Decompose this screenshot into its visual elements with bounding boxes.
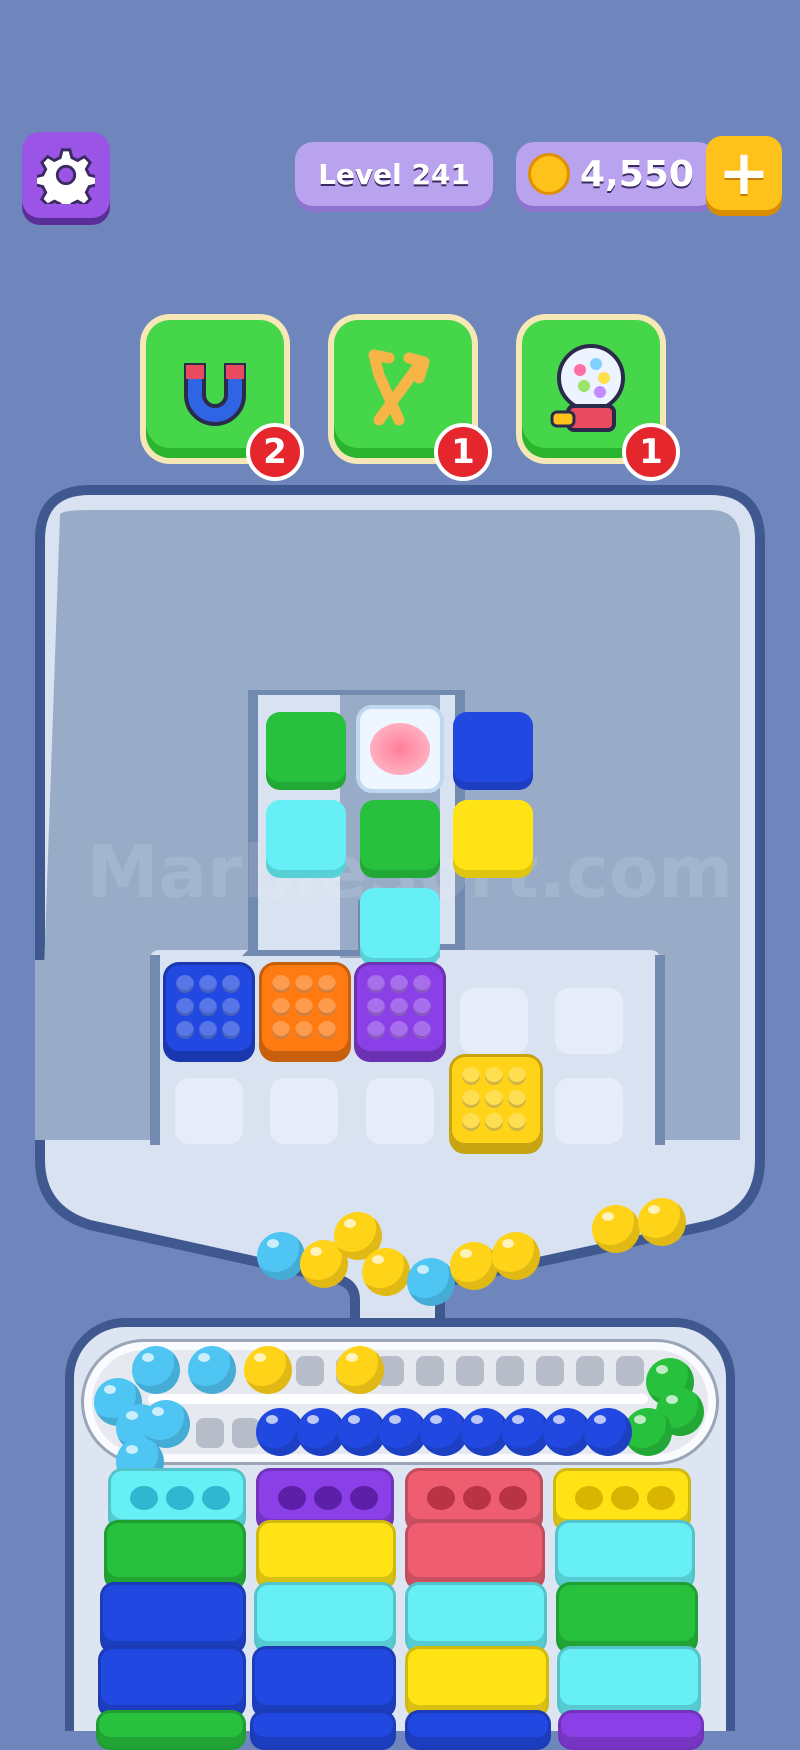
- stack-block-blue: [405, 1710, 551, 1750]
- peg-block-orange[interactable]: [259, 962, 351, 1062]
- ball-yellow: [492, 1232, 540, 1280]
- stack-block-purple: [558, 1710, 704, 1750]
- ball-yellow: [592, 1205, 640, 1253]
- stack-block-red: [405, 1520, 545, 1590]
- stack-block-cyan: [254, 1582, 396, 1654]
- empty-slot: [366, 1078, 434, 1144]
- tile-blue: [453, 712, 533, 790]
- stack-block-cyan: [405, 1582, 547, 1654]
- stack-block-green: [96, 1710, 246, 1750]
- peg-block-yellow[interactable]: [449, 1054, 543, 1154]
- empty-slot: [175, 1078, 243, 1144]
- ball-yellow: [336, 1346, 384, 1394]
- ball-yellow: [362, 1248, 410, 1296]
- ball-yellow: [638, 1198, 686, 1246]
- stack-block-blue: [100, 1582, 246, 1654]
- stack-block-yellow: [405, 1646, 549, 1718]
- ball-blue: [584, 1408, 632, 1456]
- tile-yellow: [453, 800, 533, 878]
- peg-block-purple[interactable]: [354, 962, 446, 1062]
- tile-cyan: [360, 888, 440, 966]
- conveyor-divider: [148, 1394, 648, 1404]
- stack-block-cyan: [555, 1520, 695, 1590]
- ball-yellow: [244, 1346, 292, 1394]
- ice-tile: [356, 705, 444, 793]
- empty-slot: [555, 988, 623, 1054]
- empty-slot: [460, 988, 528, 1054]
- tile-green: [266, 712, 346, 790]
- stack-block-blue: [98, 1646, 246, 1718]
- stack-block-cyan: [557, 1646, 701, 1718]
- stack-block-blue: [252, 1646, 396, 1718]
- tile-cyan: [266, 800, 346, 878]
- ball-cyan: [407, 1258, 455, 1306]
- empty-slot: [270, 1078, 338, 1144]
- stack-block-green: [104, 1520, 246, 1590]
- stack-block-yellow: [256, 1520, 396, 1590]
- stack-block-green: [556, 1582, 698, 1654]
- empty-slot: [555, 1078, 623, 1144]
- ball-cyan: [132, 1346, 180, 1394]
- ice-crack-icon: [370, 723, 430, 775]
- stack-block-blue: [250, 1710, 396, 1750]
- tile-green: [360, 800, 440, 878]
- ball-cyan: [257, 1232, 305, 1280]
- ball-cyan: [188, 1346, 236, 1394]
- ball-yellow: [450, 1242, 498, 1290]
- peg-block-blue[interactable]: [163, 962, 255, 1062]
